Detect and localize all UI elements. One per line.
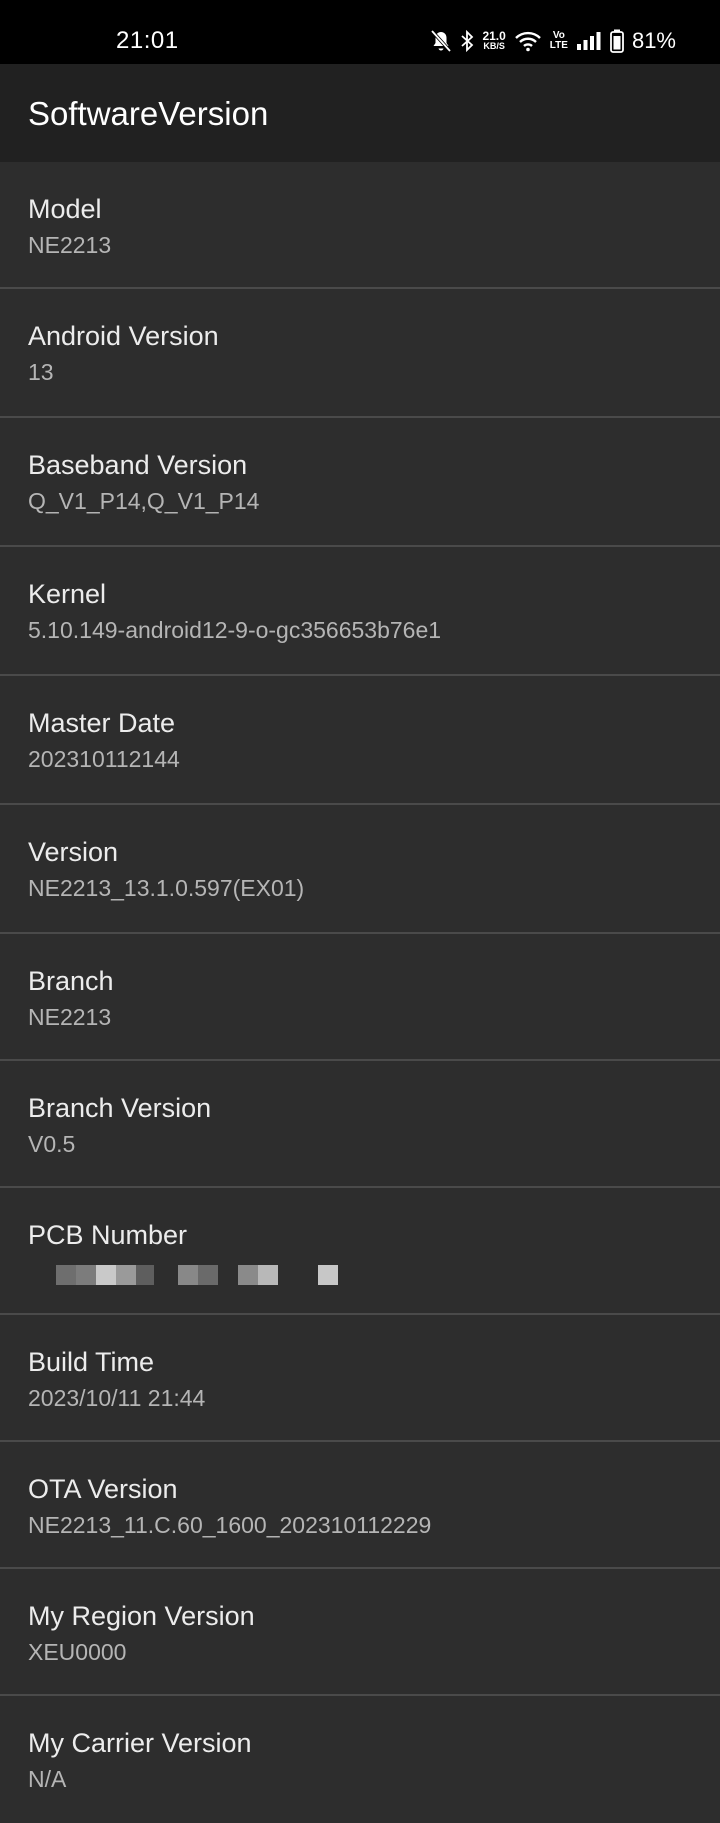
item-label: OTA Version: [28, 1474, 178, 1504]
redacted-value: [56, 1265, 338, 1285]
list-item-pcb-number[interactable]: PCB Number: [0, 1188, 720, 1315]
list-item-baseband-version[interactable]: Baseband Version Q_V1_P14,Q_V1_P14: [0, 418, 720, 547]
app-bar: SoftwareVersion: [0, 64, 720, 162]
item-value: V0.5: [28, 1131, 76, 1157]
item-label: PCB Number: [28, 1220, 188, 1250]
item-label: Build Time: [28, 1347, 155, 1377]
item-label: Master Date: [28, 708, 176, 738]
list-item-build-time[interactable]: Build Time 2023/10/11 21:44: [0, 1315, 720, 1442]
list-item-kernel[interactable]: Kernel 5.10.149-android12-9-o-gc356653b7…: [0, 547, 720, 676]
signal-icon: [576, 31, 602, 51]
list-item-android-version[interactable]: Android Version 13: [0, 289, 720, 418]
status-time: 21:01: [116, 27, 179, 54]
volte-bottom: LTE: [549, 40, 568, 51]
volte-indicator: Vo LTE: [550, 31, 568, 51]
item-label: My Region Version: [28, 1601, 255, 1631]
list-item-version[interactable]: Version NE2213_13.1.0.597(EX01): [0, 805, 720, 934]
page-title: SoftwareVersion: [28, 95, 269, 132]
item-value: N/A: [28, 1766, 67, 1792]
item-label: My Carrier Version: [28, 1728, 252, 1758]
item-value: 2023/10/11 21:44: [28, 1385, 206, 1411]
item-label: Version: [28, 837, 119, 867]
battery-icon: [610, 29, 624, 53]
list-item-branch-version[interactable]: Branch Version V0.5: [0, 1061, 720, 1188]
list-item-my-carrier-version[interactable]: My Carrier Version N/A: [0, 1696, 720, 1823]
bell-muted-icon: [430, 29, 452, 53]
net-speed-unit: KB/S: [483, 41, 505, 51]
item-value: 5.10.149-android12-9-o-gc356653b76e1: [28, 617, 442, 643]
info-list: Model NE2213 Android Version 13 Baseband…: [0, 162, 720, 1823]
list-item-master-date[interactable]: Master Date 202310112144: [0, 676, 720, 805]
item-value: XEU0000: [28, 1639, 127, 1665]
list-item-my-region-version[interactable]: My Region Version XEU0000: [0, 1569, 720, 1696]
bluetooth-icon: [460, 29, 474, 53]
list-item-model[interactable]: Model NE2213: [0, 162, 720, 289]
net-speed: 21.0 KB/S: [482, 30, 505, 51]
item-value: Q_V1_P14,Q_V1_P14: [28, 488, 260, 514]
item-label: Baseband Version: [28, 450, 248, 480]
item-value: NE2213_11.C.60_1600_202310112229: [28, 1512, 432, 1538]
item-label: Branch Version: [28, 1093, 212, 1123]
battery-percent: 81%: [631, 28, 676, 53]
wifi-icon: [514, 30, 542, 52]
item-value: NE2213: [28, 1004, 112, 1030]
status-bar: 21:01 21.0 KB/S Vo LTE 81%: [0, 0, 720, 64]
item-label: Android Version: [28, 321, 219, 351]
item-label: Branch: [28, 966, 114, 996]
list-item-branch[interactable]: Branch NE2213: [0, 934, 720, 1061]
list-item-ota-version[interactable]: OTA Version NE2213_11.C.60_1600_20231011…: [0, 1442, 720, 1569]
item-value: 202310112144: [28, 746, 180, 772]
status-icons: 21.0 KB/S Vo LTE 81%: [430, 26, 676, 56]
item-label: Kernel: [28, 579, 107, 609]
item-value: NE2213_13.1.0.597(EX01): [28, 875, 305, 901]
item-value: NE2213: [28, 232, 112, 258]
item-value: 13: [28, 359, 54, 385]
item-label: Model: [28, 194, 102, 224]
